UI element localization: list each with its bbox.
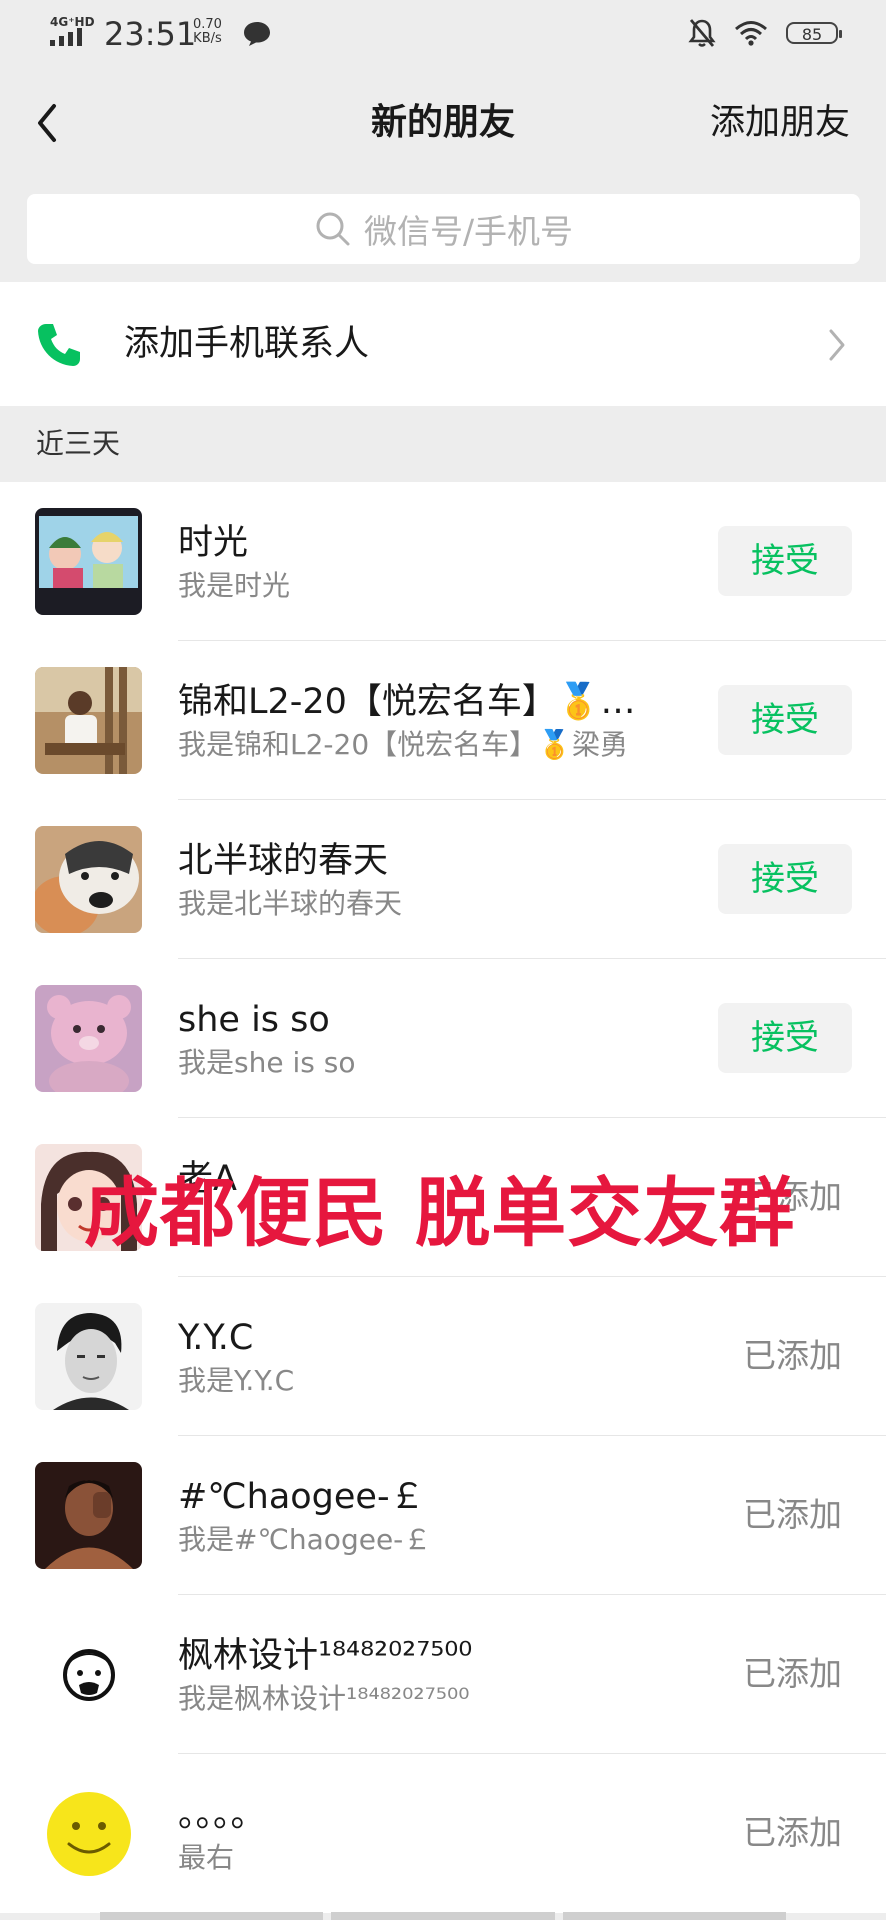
wifi-icon [735,21,767,46]
speed-unit: KB/s [193,31,222,46]
avatar [35,1780,142,1887]
friend-message: 我是时光 [178,569,291,602]
friend-message: 我是枫林设计¹⁸⁴⁸²⁰²⁷⁵⁰⁰ [178,1682,470,1715]
chevron-right-icon [829,329,845,361]
list-item[interactable]: 时光 我是时光 接受 [0,482,886,641]
signal-icon [50,28,82,46]
avatar [35,1462,142,1569]
list-item[interactable]: Y.Y.C 我是Y.Y.C 已添加 [0,1277,886,1436]
friend-name: #℃haogee-￡ [178,1477,425,1517]
accept-button[interactable]: 接受 [718,526,852,596]
avatar [35,826,142,933]
battery-indicator: 85 [786,22,842,44]
mute-bell-icon [688,19,716,47]
avatar [35,508,142,615]
network-indicator: 4G⁺HD [50,16,95,48]
friend-name: 锦和L2-20【悦宏名车】🥇… [178,682,636,722]
list-item[interactable]: 枫林设计¹⁸⁴⁸²⁰²⁷⁵⁰⁰ 我是枫林设计¹⁸⁴⁸²⁰²⁷⁵⁰⁰ 已添加 [0,1595,886,1754]
status-bar: 4G⁺HD 23:51 0.70 KB/s 85 [0,0,886,70]
friend-message: 我是锦和L2-20【悦宏名车】🥇梁勇 [178,728,629,761]
nav-bar: 新的朋友 添加朋友 [0,70,886,175]
add-phone-contacts-row[interactable]: 添加手机联系人 [0,282,886,406]
added-status: 已添加 [743,1495,842,1534]
network-label: 4G⁺HD [50,15,95,29]
friend-message: 我是北半球的春天 [178,887,403,920]
network-speed: 0.70 KB/s [193,18,222,46]
friend-name: 北半球的春天 [178,841,389,881]
list-item[interactable]: 。。。。 最右 已添加 [0,1754,886,1913]
section-header: 近三天 [0,406,886,482]
list-item[interactable]: 锦和L2-20【悦宏名车】🥇… 我是锦和L2-20【悦宏名车】🥇梁勇 接受 [0,641,886,800]
message-icon [244,22,270,46]
gesture-bar-segment [562,1912,786,1920]
friend-message: 我是she is so [178,1046,356,1079]
avatar [35,985,142,1092]
friend-name: 时光 [178,523,249,563]
section-title: 近三天 [36,427,121,460]
friend-name: she is so [178,1000,330,1040]
added-status: 已添加 [743,1813,842,1852]
list-item[interactable]: she is so 我是she is so 接受 [0,959,886,1118]
status-icons: 85 [688,18,842,48]
gesture-bar [100,1912,786,1920]
accept-button[interactable]: 接受 [718,685,852,755]
accept-button[interactable]: 接受 [718,844,852,914]
add-phone-contacts-label: 添加手机联系人 [124,324,370,364]
avatar [35,1303,142,1410]
list-item[interactable]: #℃haogee-￡ 我是#℃haogee-￡ 已添加 [0,1436,886,1595]
search-input[interactable]: 微信号/手机号 [27,194,860,264]
speed-value: 0.70 [193,17,222,32]
search-placeholder: 微信号/手机号 [363,212,574,251]
clock: 23:51 [104,15,197,53]
friend-message: 我是#℃haogee-￡ [178,1523,432,1556]
avatar [35,667,142,774]
friend-name: 枫林设计¹⁸⁴⁸²⁰²⁷⁵⁰⁰ [178,1636,473,1676]
search-icon [316,212,350,246]
gesture-bar-segment [100,1912,324,1920]
added-status: 已添加 [743,1654,842,1693]
add-friend-button[interactable]: 添加朋友 [710,100,850,146]
friend-message: 我是Y.Y.C [178,1364,295,1397]
watermark-overlay-text: 成都便民 脱单交友群 [84,1169,796,1257]
list-item[interactable]: 北半球的春天 我是北半球的春天 接受 [0,800,886,959]
phone-icon [38,324,80,366]
accept-button[interactable]: 接受 [718,1003,852,1073]
friend-name: 。。。。 [178,1795,266,1835]
avatar [35,1621,142,1728]
friend-name: Y.Y.C [178,1318,254,1358]
gesture-bar-segment [331,1912,555,1920]
added-status: 已添加 [743,1336,842,1375]
friend-message: 最右 [178,1841,235,1874]
